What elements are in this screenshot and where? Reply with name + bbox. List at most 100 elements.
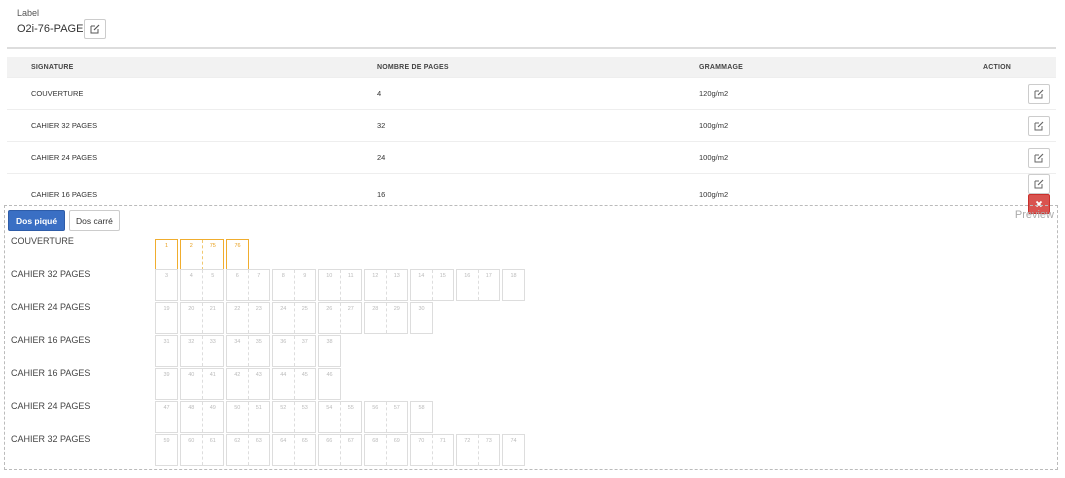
page-sheet: 74 [502,434,525,466]
page-number: 51 [255,405,262,411]
page-number: 69 [393,438,400,444]
page-number: 38 [326,339,333,345]
page-number: 67 [347,438,354,444]
page-number: 74 [510,438,517,444]
binding-saddle-stitch-button[interactable]: Dos piqué [8,210,66,231]
signature-table: SIGNATURE NOMBRE DE PAGES GRAMMAGE ACTIO… [7,57,1056,214]
page-sheet: 56 57 [364,401,408,433]
page-number: 26 [319,303,341,333]
page-number: 37 [301,339,308,345]
separator [7,47,1056,49]
page-sheet: 40 41 [180,368,224,400]
page-number: 57 [393,405,400,411]
page-number: 29 [393,306,400,312]
page-number: 73 [485,438,492,444]
page-number: 4 [181,270,203,300]
page-number: 49 [209,405,216,411]
cell-actions [977,77,1056,110]
edit-row-button[interactable] [1028,147,1050,168]
edit-label-button[interactable] [84,19,106,39]
preview-label: Preview [1014,209,1054,221]
page-number: 30 [418,306,425,312]
table-row: COUVERTURE 4 120g/m2 [7,77,1056,110]
page-number: 16 [457,270,479,300]
cell-actions [977,141,1056,174]
page-sheet: 59 [155,434,178,466]
edit-icon [1034,89,1044,98]
preview-row-name: COUVERTURE [11,236,74,246]
page-number: 13 [393,273,400,279]
cell-grammage: 100g/m2 [675,109,977,142]
page-number: 71 [439,438,446,444]
page-number: 40 [181,369,203,399]
page-number: 48 [181,402,203,432]
page-sheet: 58 [410,401,433,433]
page-number: 59 [163,438,170,444]
page-number: 31 [163,339,170,345]
page-number: 52 [273,402,295,432]
edit-row-button[interactable] [1028,174,1050,194]
page-sheet: 54 55 [318,401,362,433]
page-number: 15 [439,273,446,279]
page-sheet: 39 [155,368,178,400]
page-number: 9 [303,273,307,279]
preview-row-name: CAHIER 32 PAGES [11,269,91,279]
page-sheet: 32 33 [180,335,224,367]
cell-grammage: 100g/m2 [675,141,977,174]
cell-signature: CAHIER 32 PAGES [7,109,353,142]
page-number: 46 [326,372,333,378]
cell-page-count: 4 [353,77,675,110]
page-number: 18 [510,273,517,279]
page-number: 50 [227,402,249,432]
page-sheet: 68 69 [364,434,408,466]
page-number: 19 [163,306,170,312]
page-number: 34 [227,336,249,366]
page-number: 55 [347,405,354,411]
page-sheet: 66 67 [318,434,362,466]
page-number: 58 [418,405,425,411]
page-sheet: 38 [318,335,341,367]
page-number: 17 [485,273,492,279]
cell-page-count: 24 [353,141,675,174]
page-number: 60 [181,435,203,465]
header-action: ACTION [977,57,1056,78]
page-sheet: 28 29 [364,302,408,334]
page-number: 1 [164,243,169,249]
page-sheet: 89 [272,269,316,301]
edit-icon [1034,121,1044,130]
page-sheet: 22 23 [226,302,270,334]
page-number: 11 [347,273,354,279]
page-number: 2 [181,240,203,270]
page-number: 6 [227,270,249,300]
page-sheet: 31 [155,335,178,367]
page-sheet: 20 21 [180,302,224,334]
table-row: CAHIER 24 PAGES 24 100g/m2 [7,141,1056,174]
page-number: 76 [234,243,241,249]
page-number: 20 [181,303,203,333]
preview-row-name: CAHIER 32 PAGES [11,434,91,444]
page-sheet: 45 [180,269,224,301]
page-sheet: 30 [410,302,433,334]
page-sheet: 36 37 [272,335,316,367]
page-number: 39 [163,372,170,378]
page-number: 66 [319,435,341,465]
page-number: 12 [365,270,387,300]
page-sheet: 76 [226,239,249,271]
header-page-count: NOMBRE DE PAGES [353,57,675,78]
label-value: O2i-76-PAGES [17,23,91,35]
page-number: 28 [365,303,387,333]
cell-grammage: 120g/m2 [675,77,977,110]
edit-icon [90,24,100,34]
edit-row-button[interactable] [1028,83,1050,104]
page-sheet: 19 [155,302,178,334]
page-number: 62 [227,435,249,465]
page-number: 45 [301,372,308,378]
preview-row-name: CAHIER 24 PAGES [11,302,91,312]
page-sheet: 10 11 [318,269,362,301]
binding-perfect-bound-button[interactable]: Dos carré [69,210,120,231]
table-row: CAHIER 32 PAGES 32 100g/m2 [7,109,1056,142]
page-number: 65 [301,438,308,444]
page-number: 53 [301,405,308,411]
edit-row-button[interactable] [1028,115,1050,136]
page-sheet: 16 17 [456,269,500,301]
